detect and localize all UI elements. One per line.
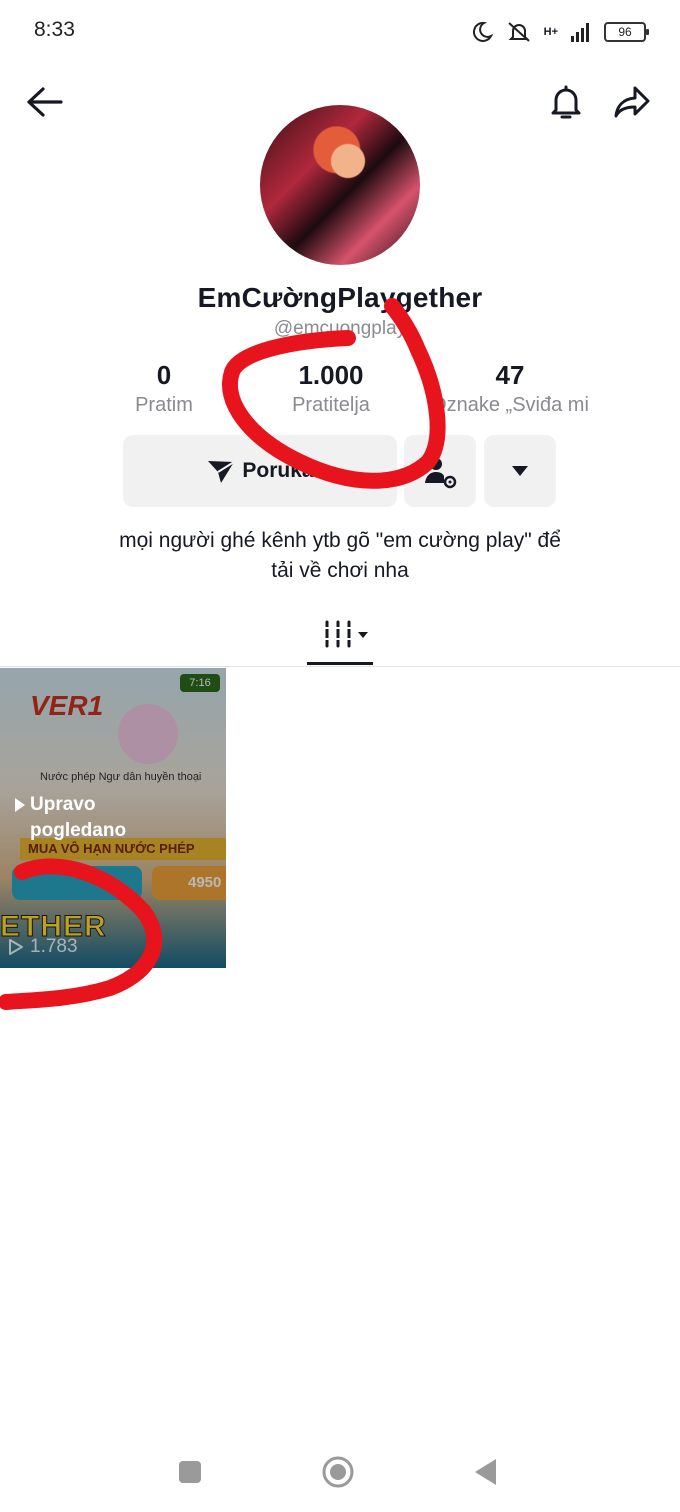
- video-thumbnail[interactable]: VER1 7:16 Nước phép Ngư dân huyền thoại …: [0, 668, 226, 968]
- display-name: EmCườngPlaygether: [197, 282, 483, 313]
- play-triangle-icon: [15, 798, 25, 812]
- grid-columns-icon: [324, 620, 368, 648]
- caret-down-icon: [512, 466, 528, 476]
- status-time: 8:33: [34, 18, 75, 41]
- message-button-label: Poruka: [242, 459, 314, 482]
- active-tab-indicator: [307, 662, 373, 665]
- status-icons: H+ 96: [470, 18, 649, 46]
- send-icon: [208, 461, 235, 483]
- view-count: 1.783: [8, 936, 78, 958]
- network-type-label: H+: [543, 26, 558, 38]
- following-count[interactable]: 0: [114, 360, 214, 391]
- tab-videos[interactable]: [308, 612, 372, 656]
- notification-bell-icon[interactable]: [544, 80, 588, 124]
- home-button[interactable]: [318, 1452, 358, 1492]
- followers-count[interactable]: 1.000: [271, 360, 391, 391]
- share-arrow-icon[interactable]: [610, 80, 654, 124]
- back-arrow-icon[interactable]: [22, 80, 66, 124]
- recently-watched-line-1: Upravo: [30, 794, 96, 815]
- add-friend-settings-button[interactable]: [404, 435, 476, 507]
- recently-watched-label: Upravo pogledano: [14, 792, 126, 844]
- likes-count[interactable]: 47: [460, 360, 560, 391]
- tab-divider: [0, 666, 680, 667]
- play-outline-icon: [9, 939, 23, 955]
- battery-indicator: 96: [604, 22, 649, 42]
- recent-apps-button[interactable]: [170, 1452, 210, 1492]
- bio-line-1: mọi người ghé kênh ytb gõ "em cường play…: [119, 529, 561, 552]
- followers-label[interactable]: Pratitelja: [261, 394, 401, 417]
- message-button[interactable]: Poruka: [123, 435, 397, 507]
- view-count-value: 1.783: [30, 936, 78, 957]
- back-triangle-icon: [475, 1459, 496, 1485]
- do-not-disturb-moon-icon: [472, 21, 493, 42]
- signal-icon: [571, 23, 589, 42]
- bio-line-2: tải về chơi nha: [271, 559, 409, 582]
- home-circle-icon: [322, 1456, 354, 1488]
- more-options-dropdown-button[interactable]: [484, 435, 556, 507]
- recently-watched-line-2: pogledano: [30, 820, 127, 841]
- muted-bell-icon: [507, 22, 530, 42]
- following-label[interactable]: Pratim: [104, 394, 224, 417]
- user-gear-icon: [425, 458, 457, 489]
- back-button[interactable]: [466, 1452, 506, 1492]
- avatar[interactable]: [260, 105, 420, 265]
- likes-label[interactable]: Oznake „Sviđa mi: [410, 394, 610, 417]
- profile-bio: mọi người ghé kênh ytb gõ "em cường play…: [60, 526, 620, 586]
- square-icon: [179, 1461, 201, 1483]
- username-handle: @emcuongplay: [273, 318, 407, 339]
